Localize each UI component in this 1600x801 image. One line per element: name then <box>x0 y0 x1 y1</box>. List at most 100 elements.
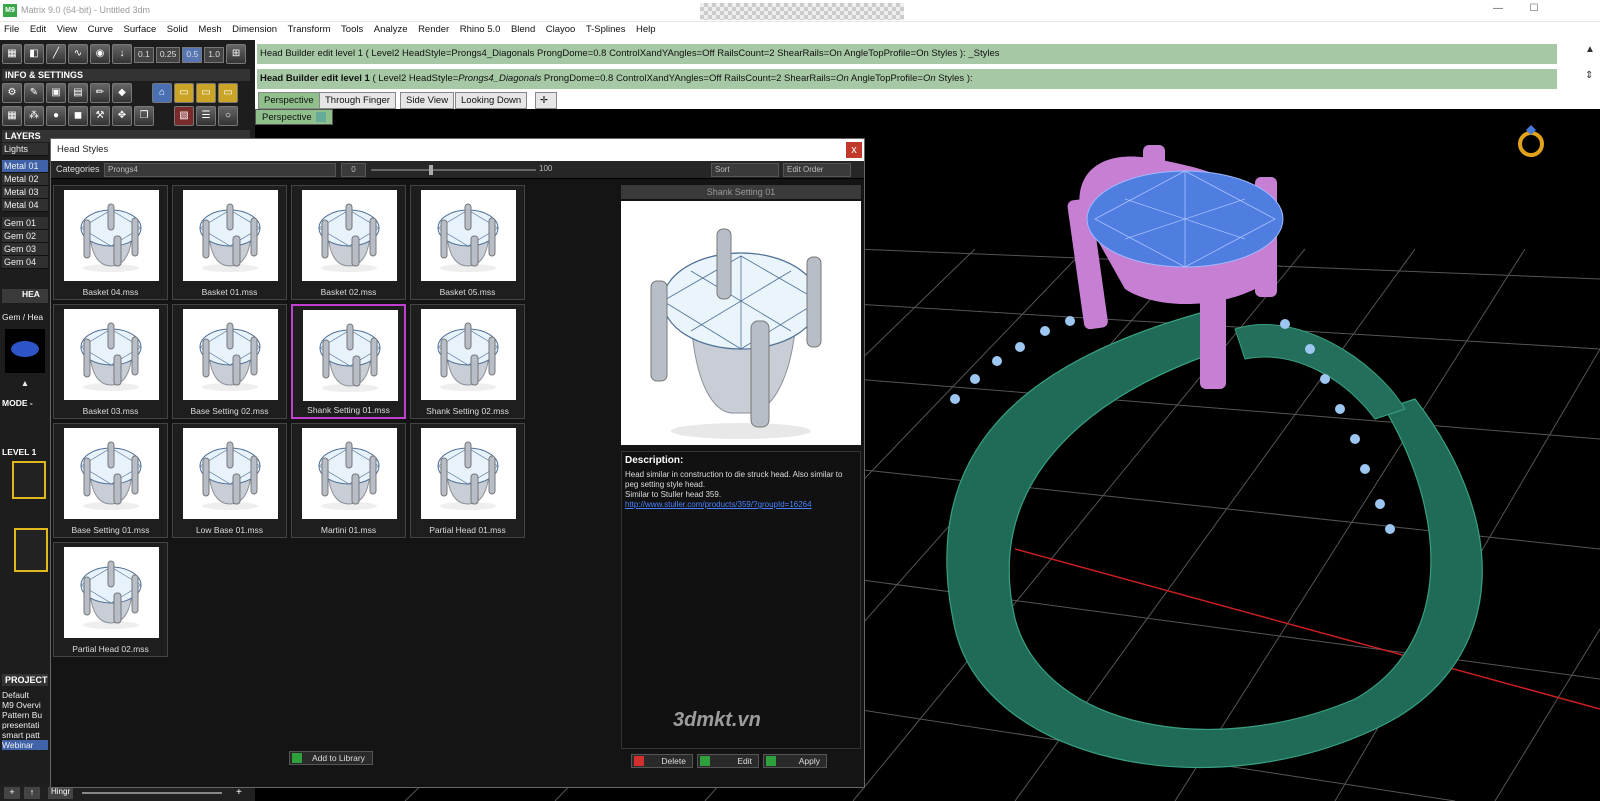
scroll-up-icon[interactable]: ▲ <box>2 378 48 388</box>
thumbnail-item[interactable]: Basket 01.mss <box>172 185 287 300</box>
categories-dropdown[interactable]: Prongs4 <box>104 163 336 177</box>
folder2-icon[interactable]: ▭ <box>196 83 216 103</box>
command-scroll-icon[interactable]: ⇕ <box>1585 70 1593 81</box>
plus-icon[interactable]: + <box>236 787 242 798</box>
chevron-down-icon[interactable] <box>315 112 326 123</box>
folder3-icon[interactable]: ▭ <box>218 83 238 103</box>
head-builder-icon[interactable] <box>12 461 46 499</box>
gem-icon[interactable]: ◆ <box>112 83 132 103</box>
close-button[interactable]: x <box>846 142 862 158</box>
command-shearrails[interactable]: On <box>836 73 849 84</box>
arrow-icon[interactable]: ↓ <box>112 44 132 64</box>
snap-0-5[interactable]: 0.5 <box>182 47 203 63</box>
menu-tools[interactable]: Tools <box>337 22 367 37</box>
stack-icon[interactable]: ☰ <box>196 106 216 126</box>
layer-lights[interactable]: Lights <box>2 143 48 156</box>
project-default[interactable]: Default <box>2 690 48 700</box>
sphere-icon[interactable]: ● <box>46 106 66 126</box>
hinge-button[interactable]: Hingr <box>48 787 74 799</box>
add-icon[interactable]: + <box>4 787 20 799</box>
menu-view[interactable]: View <box>53 22 81 37</box>
size-slider[interactable] <box>371 165 536 175</box>
move-icon[interactable]: ✥ <box>112 106 132 126</box>
settings-icon[interactable]: ⚙ <box>2 83 22 103</box>
edit-order-dropdown[interactable]: Edit Order <box>783 163 851 177</box>
eye-icon[interactable]: ◉ <box>90 44 110 64</box>
curve-icon[interactable]: ∿ <box>68 44 88 64</box>
command-angletop[interactable]: On <box>923 73 936 84</box>
add-to-library-button[interactable]: Add to Library <box>289 751 373 765</box>
layer-gem-04[interactable]: Gem 04 <box>2 256 48 269</box>
ring-icon[interactable]: ○ <box>218 106 238 126</box>
tab-looking-down[interactable]: Looking Down <box>455 92 528 109</box>
snap-1-0[interactable]: 1.0 <box>204 47 225 63</box>
render-icon[interactable]: ▧ <box>174 106 194 126</box>
thumbnail-item[interactable]: Basket 03.mss <box>53 304 168 419</box>
layer-metal-03[interactable]: Metal 03 <box>2 186 48 199</box>
box-icon[interactable]: ▣ <box>46 83 66 103</box>
menu-analyze[interactable]: Analyze <box>370 22 412 37</box>
thumbnail-item[interactable]: Partial Head 02.mss <box>53 542 168 657</box>
menu-clayoo[interactable]: Clayoo <box>542 22 580 37</box>
apply-button[interactable]: Apply <box>763 754 827 768</box>
layer-gem-02[interactable]: Gem 02 <box>2 230 48 243</box>
menu-file[interactable]: File <box>0 22 23 37</box>
menu-dimension[interactable]: Dimension <box>228 22 281 37</box>
command-scroll-up-icon[interactable]: ▲ <box>1585 44 1595 55</box>
info-settings-header[interactable]: INFO & SETTINGS <box>2 69 250 81</box>
project-presentation[interactable]: presentati <box>2 720 48 730</box>
thumbnail-item[interactable]: Basket 04.mss <box>53 185 168 300</box>
menu-transform[interactable]: Transform <box>284 22 335 37</box>
line-icon[interactable]: ╱ <box>46 44 66 64</box>
tab-through-finger[interactable]: Through Finger <box>319 92 396 109</box>
project-smart-pattern[interactable]: smart patt <box>2 730 48 740</box>
thumbnail-item[interactable]: Base Setting 01.mss <box>53 423 168 538</box>
tab-perspective[interactable]: Perspective <box>258 92 320 109</box>
layer-gem-01[interactable]: Gem 01 <box>2 217 48 230</box>
tab-side-view[interactable]: Side View <box>400 92 455 109</box>
project-pattern[interactable]: Pattern Bu <box>2 710 48 720</box>
window-icon[interactable]: ▦ <box>2 106 22 126</box>
menu-render[interactable]: Render <box>414 22 453 37</box>
grid-icon[interactable]: ▦ <box>2 44 22 64</box>
tools-icon[interactable]: ⚒ <box>90 106 110 126</box>
copy-icon[interactable]: ❐ <box>134 106 154 126</box>
thumbnail-item[interactable]: Basket 05.mss <box>410 185 525 300</box>
pencil-icon[interactable]: ✏ <box>90 83 110 103</box>
description-link[interactable]: http://www.stuller.com/products/359/?gro… <box>625 500 812 509</box>
sort-dropdown[interactable]: Sort <box>711 163 779 177</box>
thumbnail-item[interactable]: Martini 01.mss <box>291 423 406 538</box>
bottom-slider[interactable] <box>82 792 222 794</box>
add-tab-icon[interactable]: ✛ <box>535 92 557 109</box>
wrench-icon[interactable]: ✎ <box>24 83 44 103</box>
delete-button[interactable]: Delete <box>631 754 693 768</box>
command-prompt-line[interactable]: Head Builder edit level 1 ( Level2 HeadS… <box>257 69 1557 89</box>
snap-0-25[interactable]: 0.25 <box>155 47 181 63</box>
menu-mesh[interactable]: Mesh <box>194 22 225 37</box>
thumbnail-item[interactable]: Basket 02.mss <box>291 185 406 300</box>
project-m9-overview[interactable]: M9 Overvi <box>2 700 48 710</box>
command-headstyle[interactable]: Prongs4_Diagonals <box>458 73 541 84</box>
project-header[interactable]: PROJECT <box>2 674 48 686</box>
layer-metal-02[interactable]: Metal 02 <box>2 173 48 186</box>
menu-help[interactable]: Help <box>632 22 660 37</box>
menu-rhino[interactable]: Rhino 5.0 <box>456 22 505 37</box>
solid-icon[interactable]: ◼ <box>68 106 88 126</box>
menu-tsplines[interactable]: T-Splines <box>582 22 630 37</box>
grid-snap-icon[interactable]: ⊞ <box>226 44 247 64</box>
up-icon[interactable]: ↑ <box>24 787 40 799</box>
menu-solid[interactable]: Solid <box>163 22 192 37</box>
thumbnail-item[interactable]: Shank Setting 01.mss <box>291 304 406 419</box>
menu-edit[interactable]: Edit <box>26 22 50 37</box>
cube-icon[interactable]: ◧ <box>24 44 44 64</box>
ring-display-icon[interactable] <box>1516 124 1546 158</box>
prong-builder-icon[interactable] <box>14 528 48 572</box>
slider-handle[interactable] <box>429 165 433 175</box>
group-icon[interactable]: ⁂ <box>24 106 44 126</box>
gem-thumbnail[interactable] <box>5 329 45 373</box>
menu-surface[interactable]: Surface <box>120 22 161 37</box>
layers-icon[interactable]: ▤ <box>68 83 88 103</box>
edit-button[interactable]: Edit <box>697 754 759 768</box>
thumbnail-item[interactable]: Partial Head 01.mss <box>410 423 525 538</box>
layer-metal-01[interactable]: Metal 01 <box>2 160 48 173</box>
